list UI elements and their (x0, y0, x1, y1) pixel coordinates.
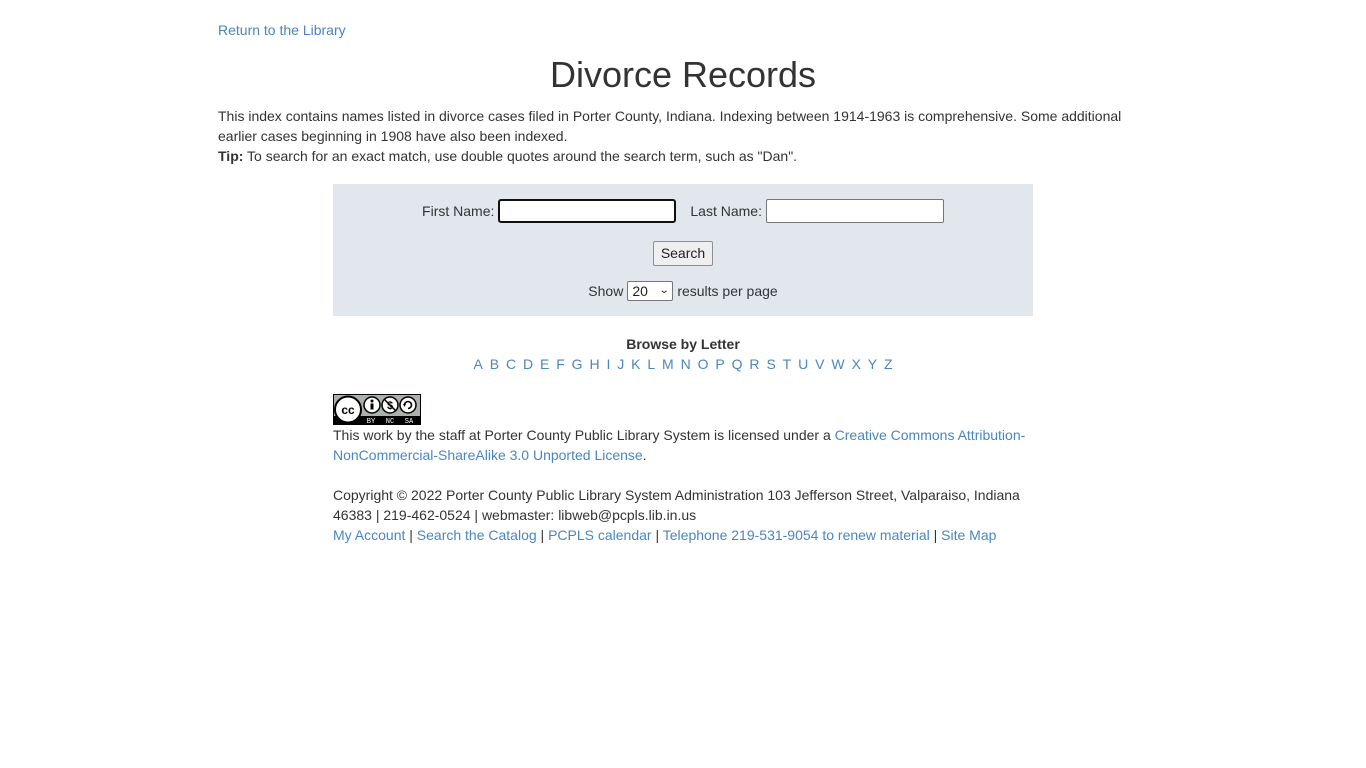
tip-label: Tip: (218, 148, 244, 164)
letter-link-u[interactable]: U (798, 356, 808, 372)
letter-link-x[interactable]: X (851, 356, 860, 372)
letter-link-w[interactable]: W (831, 356, 844, 372)
letter-link-z[interactable]: Z (884, 356, 893, 372)
intro-description: This index contains names listed in divo… (218, 108, 1122, 144)
search-form: First Name: Last Name: Search Show 20 ⌄ … (333, 184, 1033, 316)
license-text: This work by the staff at Porter County … (333, 425, 1033, 465)
chevron-down-icon: ⌄ (658, 285, 670, 296)
show-label: Show (588, 283, 624, 299)
letter-link-l[interactable]: L (647, 356, 655, 372)
name-fields-row: First Name: Last Name: (333, 199, 1033, 223)
letter-link-c[interactable]: C (506, 356, 516, 372)
results-per-page-select[interactable]: 20 ⌄ (627, 281, 674, 301)
license-prefix: This work by the staff at Porter County … (333, 427, 835, 443)
letter-link-h[interactable]: H (589, 356, 599, 372)
copyright-text: Copyright © 2022 Porter County Public Li… (333, 487, 1020, 523)
link-separator: | (536, 527, 549, 543)
letter-link-n[interactable]: N (681, 356, 691, 372)
results-per-page-value: 20 (632, 283, 648, 299)
last-name-label: Last Name: (690, 203, 762, 219)
letter-link-i[interactable]: I (606, 356, 610, 372)
letter-link-p[interactable]: P (715, 356, 724, 372)
cc-label: cc (341, 403, 355, 417)
cc-by-nc-sa-license-icon[interactable]: cc $ BY NC SA (333, 394, 421, 425)
footer-link-site-map[interactable]: Site Map (941, 527, 996, 543)
letter-link-j[interactable]: J (617, 356, 624, 372)
letter-links: A B C D E F G H I J K L M N O P Q R S T … (0, 354, 1366, 374)
letter-link-a[interactable]: A (473, 356, 482, 372)
letter-link-o[interactable]: O (698, 356, 709, 372)
letter-link-s[interactable]: S (766, 356, 775, 372)
letter-link-m[interactable]: M (662, 356, 674, 372)
cc-sa-label: SA (405, 418, 414, 425)
search-button[interactable]: Search (652, 241, 714, 266)
letter-link-k[interactable]: K (631, 356, 640, 372)
footer-link-my-account[interactable]: My Account (333, 527, 405, 543)
footer-links: My Account | Search the Catalog | PCPLS … (333, 525, 1033, 545)
per-page-row: Show 20 ⌄ results per page (333, 281, 1033, 301)
cc-by-label: BY (367, 418, 376, 425)
letter-link-t[interactable]: T (783, 356, 792, 372)
cc-nc-label: NC (386, 418, 394, 425)
letter-link-f[interactable]: F (556, 356, 565, 372)
letter-link-b[interactable]: B (490, 356, 499, 372)
search-button-row: Search (333, 241, 1033, 266)
letter-link-d[interactable]: D (523, 356, 533, 372)
letter-link-y[interactable]: Y (868, 356, 877, 372)
intro-text: This index contains names listed in divo… (218, 106, 1138, 166)
letter-link-e[interactable]: E (540, 356, 549, 372)
first-name-input[interactable] (498, 199, 677, 223)
page-title: Divorce Records (549, 54, 817, 95)
browse-by-letter: Browse by Letter A B C D E F G H I J K L… (0, 334, 1366, 374)
license-suffix: . (642, 447, 647, 463)
link-separator: | (929, 527, 942, 543)
letter-link-v[interactable]: V (815, 356, 824, 372)
link-separator: | (405, 527, 417, 543)
tip-text: To search for an exact match, use double… (243, 148, 798, 164)
first-name-label: First Name: (422, 203, 495, 219)
link-separator: | (651, 527, 663, 543)
last-name-input[interactable] (765, 199, 944, 223)
letter-link-r[interactable]: R (749, 356, 759, 372)
results-per-page-label: results per page (677, 283, 778, 299)
footer-link-search-the-catalog[interactable]: Search the Catalog (417, 527, 537, 543)
footer: cc $ BY NC SA This work by the staff at … (333, 394, 1033, 545)
return-to-library-link[interactable]: Return to the Library (218, 20, 346, 40)
letter-link-q[interactable]: Q (732, 356, 743, 372)
browse-title: Browse by Letter (626, 336, 740, 352)
footer-link-pcpls-calendar[interactable]: PCPLS calendar (548, 527, 652, 543)
footer-link-telephone-219-531-9054-to-renew-material[interactable]: Telephone 219-531-9054 to renew material (663, 527, 930, 543)
letter-link-g[interactable]: G (572, 356, 583, 372)
